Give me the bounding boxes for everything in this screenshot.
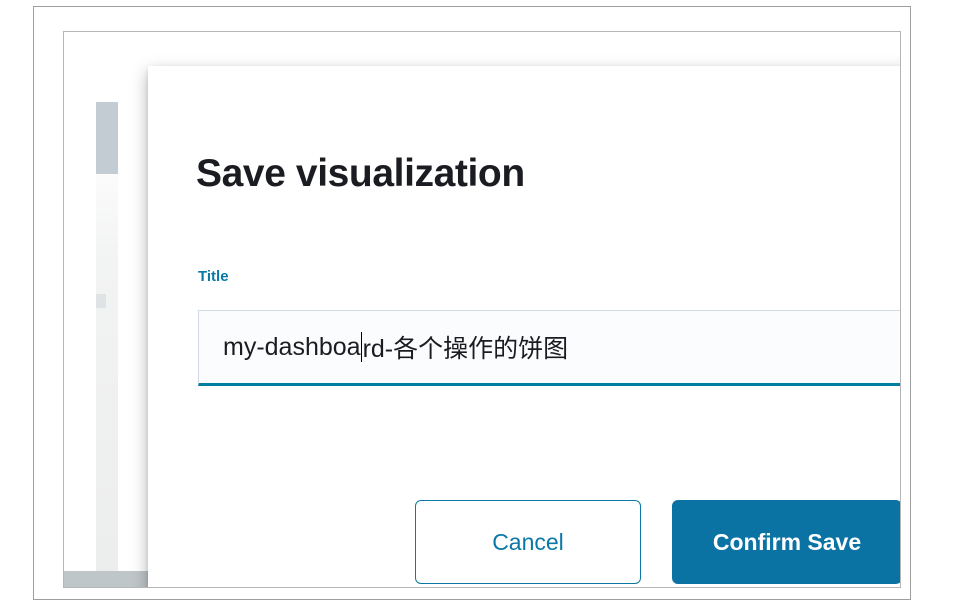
browser-window-frame: Save visualization Title my-dashboa rd-各个… xyxy=(33,6,911,600)
modal-footer: Cancel Confirm Save xyxy=(196,500,900,584)
cancel-button[interactable]: Cancel xyxy=(415,500,641,584)
save-visualization-modal: Save visualization Title my-dashboa rd-各个… xyxy=(148,66,900,587)
modal-body: Save visualization Title my-dashboa rd-各个… xyxy=(196,66,900,587)
background-sidebar-notch xyxy=(96,294,106,308)
title-input-wrapper[interactable]: my-dashboa rd-各个操作的饼图 xyxy=(198,310,900,386)
page-viewport: Save visualization Title my-dashboa rd-各个… xyxy=(63,31,901,588)
title-field-label: Title xyxy=(198,268,229,285)
background-sidebar-strip xyxy=(96,102,118,174)
background-sidebar-rail xyxy=(96,174,118,574)
modal-title: Save visualization xyxy=(196,152,525,195)
confirm-save-button[interactable]: Confirm Save xyxy=(672,500,900,584)
title-input[interactable] xyxy=(199,311,900,383)
app-root: Save visualization Title my-dashboa rd-各个… xyxy=(0,0,954,616)
